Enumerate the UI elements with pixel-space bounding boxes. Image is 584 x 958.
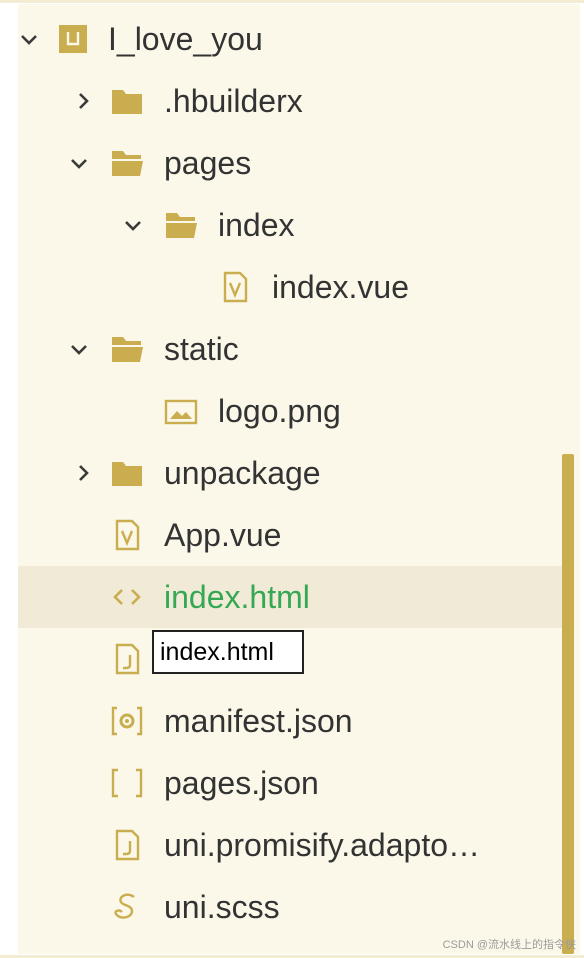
tree-item-hbuilderx[interactable]: .hbuilderx — [18, 70, 562, 132]
json-file-icon — [110, 767, 144, 799]
file-tree-panel: I_love_you .hbuilderx pages index index.… — [18, 4, 580, 954]
tree-item-label: unpackage — [164, 455, 321, 491]
chevron-down-icon[interactable] — [124, 216, 142, 234]
js-file-icon — [110, 829, 144, 861]
vue-file-icon — [218, 271, 252, 303]
image-file-icon — [164, 395, 198, 427]
tree-item-label: manifest.json — [164, 703, 353, 739]
vue-file-icon — [110, 519, 144, 551]
tree-item-label: I_love_you — [108, 21, 263, 57]
js-file-icon — [110, 643, 144, 675]
tree-item-label: .hbuilderx — [164, 83, 303, 119]
tree-item-logo-png[interactable]: logo.png — [18, 380, 562, 442]
vertical-scrollbar[interactable] — [562, 454, 574, 954]
html-file-icon — [110, 581, 144, 613]
tree-item-label: index.html — [164, 579, 310, 615]
tree-item-pages-json[interactable]: pages.json — [18, 752, 562, 814]
tree-item-label: logo.png — [218, 393, 341, 429]
tree-item-index-vue[interactable]: index.vue — [18, 256, 562, 318]
tree-item-label: static — [164, 331, 239, 367]
tree-item-label: uni.promisify.adapto… — [164, 827, 480, 863]
folder-open-icon — [110, 147, 144, 179]
chevron-down-icon[interactable] — [20, 30, 38, 48]
tree-item-label: index.vue — [272, 269, 409, 305]
tree-item-label: pages.json — [164, 765, 319, 801]
tree-item-label: pages — [164, 145, 252, 181]
chevron-right-icon[interactable] — [74, 464, 92, 482]
folder-open-icon — [164, 209, 198, 241]
folder-open-icon — [110, 333, 144, 365]
settings-file-icon — [110, 705, 144, 737]
tree-item-label: App.vue — [164, 517, 282, 553]
chevron-right-icon[interactable] — [74, 92, 92, 110]
tree-item-uni-promisify[interactable]: uni.promisify.adapto… — [18, 814, 562, 876]
folder-icon — [110, 457, 144, 489]
watermark: CSDN @流水线上的指令侠 — [442, 939, 576, 951]
tree-item-label: index — [218, 207, 295, 243]
rename-input[interactable]: index.html — [152, 630, 304, 674]
chevron-down-icon[interactable] — [70, 154, 88, 172]
top-divider — [0, 0, 584, 3]
folder-icon — [110, 85, 144, 117]
tree-item-unpackage[interactable]: unpackage — [18, 442, 562, 504]
tree-item-label: uni.scss — [164, 889, 280, 925]
tree-item-uni-scss[interactable]: uni.scss — [18, 876, 562, 938]
project-icon — [56, 23, 90, 55]
tree-item-static[interactable]: static — [18, 318, 562, 380]
chevron-down-icon[interactable] — [70, 340, 88, 358]
scss-file-icon — [110, 891, 144, 923]
tree-item-pages[interactable]: pages — [18, 132, 562, 194]
tree-item-index-folder[interactable]: index — [18, 194, 562, 256]
tree-item-project-root[interactable]: I_love_you — [18, 8, 562, 70]
tree-item-manifest-json[interactable]: manifest.json — [18, 690, 562, 752]
tree-item-app-vue[interactable]: App.vue — [18, 504, 562, 566]
tree-item-index-html[interactable]: index.html — [18, 566, 562, 628]
